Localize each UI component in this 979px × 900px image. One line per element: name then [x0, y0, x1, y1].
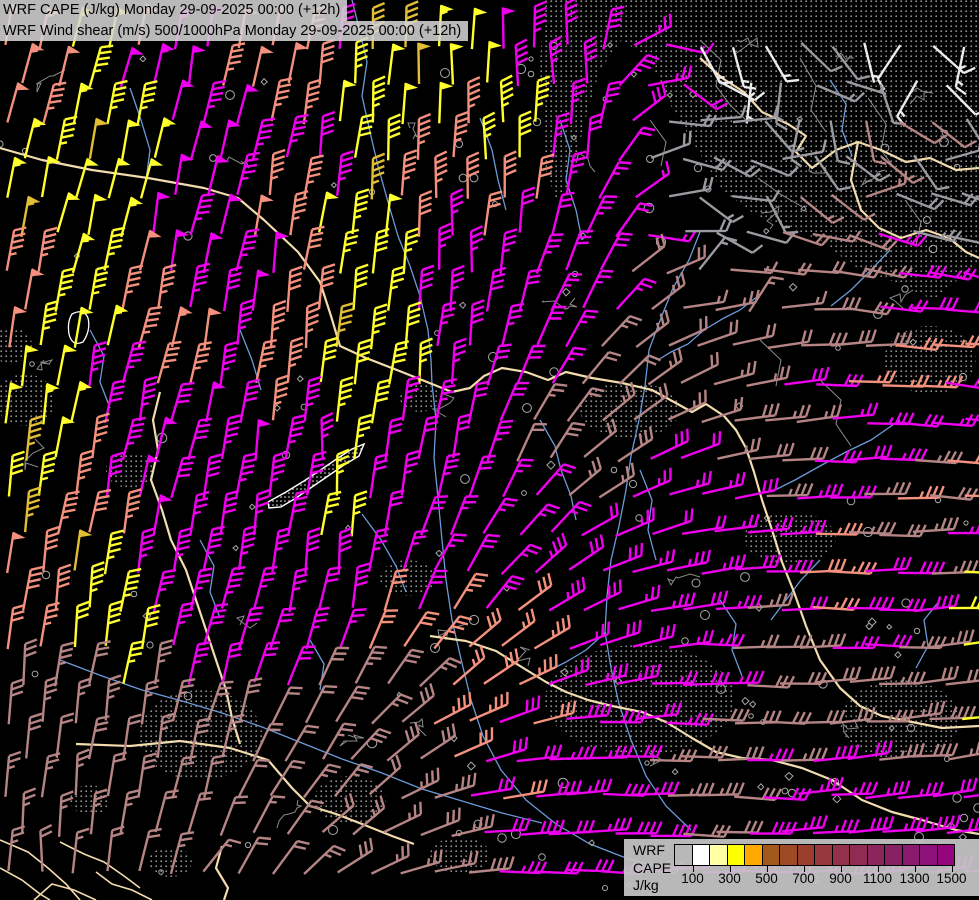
legend-tick-label: 300 — [718, 871, 741, 886]
legend-tick-label: 1100 — [863, 871, 892, 886]
legend-swatch-2 — [709, 844, 728, 866]
cape-stipple-region — [430, 837, 490, 873]
legend-label-block: WRF CAPE J/kg — [633, 842, 671, 895]
legend-swatch-11 — [867, 844, 886, 866]
legend-swatch-0 — [674, 844, 693, 866]
legend-tick-label: 1300 — [899, 871, 929, 886]
legend-swatch-8 — [814, 844, 833, 866]
cape-stipple-region — [545, 645, 735, 755]
weather-map — [0, 0, 979, 900]
title-line-shear: WRF Wind shear (m/s) 500/1000hPa Monday … — [0, 21, 468, 42]
legend-label-unit: J/kg — [633, 877, 671, 895]
legend-swatch-12 — [884, 844, 903, 866]
legend-tick-label: 100 — [681, 871, 704, 886]
legend-label-cape: CAPE — [633, 860, 671, 878]
legend-swatch-5 — [762, 844, 781, 866]
legend-swatch-13 — [902, 844, 921, 866]
map-title-overlay: WRF CAPE (J/kg) Monday 29-09-2025 00:00 … — [0, 0, 468, 41]
legend-swatch-9 — [832, 844, 851, 866]
legend-color-scale — [674, 844, 955, 866]
weather-map-screenshot: WRF CAPE (J/kg) Monday 29-09-2025 00:00 … — [0, 0, 979, 900]
legend-swatch-4 — [744, 844, 763, 866]
legend-tick-label: 500 — [755, 871, 778, 886]
legend-label-wrf: WRF — [633, 842, 671, 860]
legend-panel: WRF CAPE J/kg 100 300 500 700 900 1100 1300 150… — [624, 839, 979, 896]
legend-tick-label: 1500 — [936, 871, 966, 886]
legend-tick-label: 700 — [792, 871, 815, 886]
cape-stipple-region — [580, 382, 680, 438]
legend-swatch-3 — [727, 844, 746, 866]
legend-swatch-14 — [919, 844, 938, 866]
cape-stipple-region — [148, 847, 192, 877]
legend-swatch-15 — [937, 844, 956, 866]
legend-swatch-6 — [779, 844, 798, 866]
legend-tick-label: 900 — [829, 871, 852, 886]
title-line-cape: WRF CAPE (J/kg) Monday 29-09-2025 00:00 … — [0, 0, 347, 21]
legend-swatch-1 — [692, 844, 711, 866]
legend-swatch-7 — [797, 844, 816, 866]
legend-swatch-10 — [849, 844, 868, 866]
